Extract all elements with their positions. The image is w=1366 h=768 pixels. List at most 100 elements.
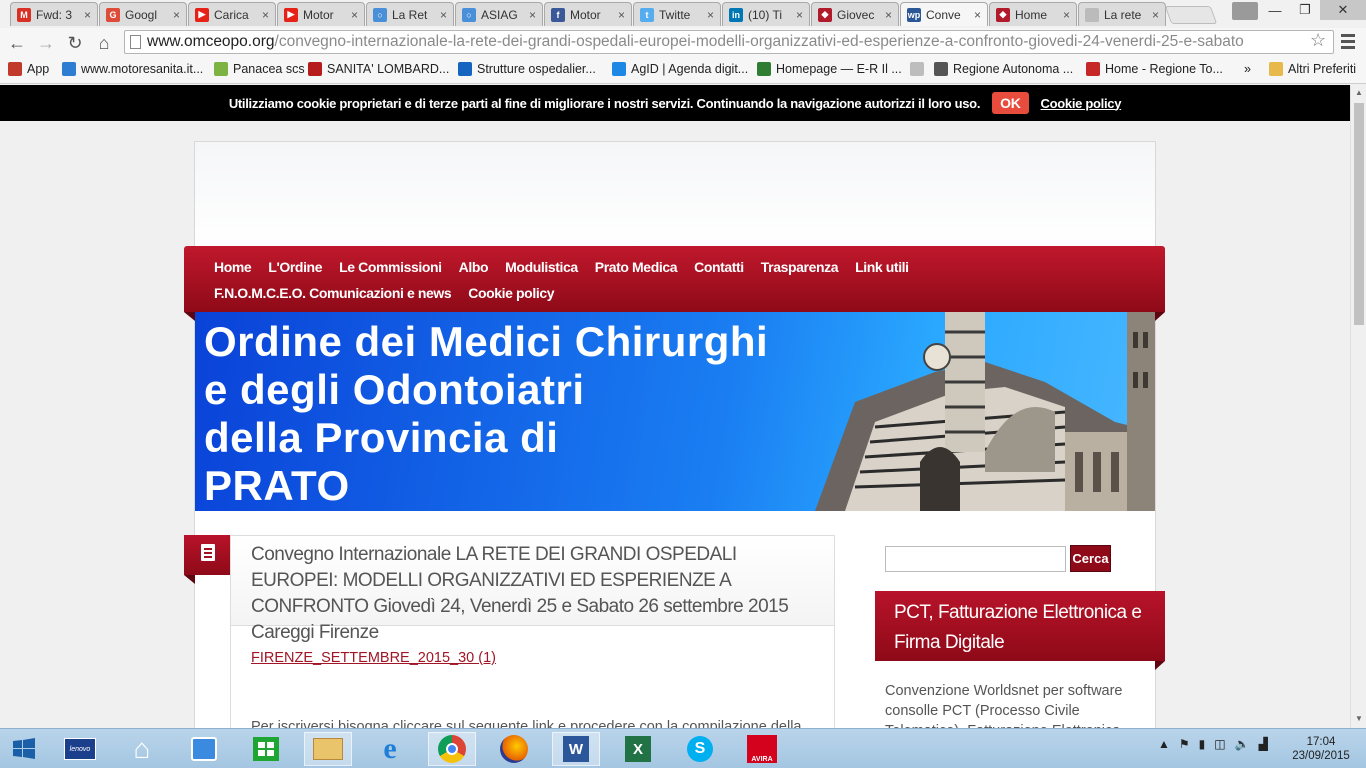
signal-icon[interactable]: ▟ bbox=[1259, 737, 1268, 751]
nav-item[interactable]: Home bbox=[214, 254, 252, 280]
nav-item[interactable]: Trasparenza bbox=[761, 254, 839, 280]
bookmark-item[interactable] bbox=[910, 62, 929, 76]
bookmark-item[interactable]: Panacea scs bbox=[214, 62, 305, 76]
bookmark-item[interactable]: AgID | Agenda digit... bbox=[612, 62, 748, 76]
mail-app-icon[interactable] bbox=[180, 732, 228, 766]
forward-icon[interactable]: → bbox=[35, 32, 57, 54]
tab-close-icon[interactable]: × bbox=[1152, 8, 1159, 22]
post-type-tab bbox=[184, 535, 230, 575]
excel-icon[interactable]: X bbox=[614, 732, 662, 766]
scroll-up-icon[interactable]: ▲ bbox=[1355, 88, 1363, 97]
browser-tab[interactable]: G Googl × bbox=[99, 2, 187, 26]
new-tab-button[interactable] bbox=[1164, 6, 1218, 24]
maximize-icon[interactable]: ❐ bbox=[1290, 0, 1320, 20]
nav-item[interactable]: Albo bbox=[459, 254, 489, 280]
chrome-menu-icon[interactable] bbox=[1341, 34, 1355, 52]
nav-item[interactable]: Modulistica bbox=[505, 254, 578, 280]
bookmark-label: SANITA' LOMBARD... bbox=[327, 62, 450, 76]
reload-icon[interactable]: ↻ bbox=[64, 32, 86, 54]
tab-close-icon[interactable]: × bbox=[529, 8, 536, 22]
browser-tab[interactable]: in (10) Ti × bbox=[722, 2, 810, 26]
document-icon bbox=[201, 544, 215, 561]
store-icon[interactable] bbox=[242, 732, 290, 766]
tab-close-icon[interactable]: × bbox=[618, 8, 625, 22]
start-button[interactable] bbox=[0, 732, 48, 766]
bookmark-item[interactable]: Regione Autonoma ... bbox=[934, 62, 1073, 76]
scroll-thumb[interactable] bbox=[1354, 103, 1364, 325]
bookmark-item[interactable]: App bbox=[8, 62, 49, 76]
tab-close-icon[interactable]: × bbox=[707, 8, 714, 22]
chrome-icon[interactable] bbox=[428, 732, 476, 766]
bookmark-item[interactable]: www.motoresanita.it... bbox=[62, 62, 203, 76]
browser-tab-title: Googl bbox=[125, 7, 158, 22]
close-window-icon[interactable]: ✕ bbox=[1320, 0, 1366, 20]
tab-close-icon[interactable]: × bbox=[885, 8, 892, 22]
browser-tab[interactable]: f Motor × bbox=[544, 2, 632, 26]
home-icon[interactable]: ⌂ bbox=[93, 32, 115, 54]
file-explorer-icon[interactable] bbox=[304, 732, 352, 766]
post-title: Convegno Internazionale LA RETE DEI GRAN… bbox=[251, 544, 789, 643]
nav-item[interactable]: L'Ordine bbox=[268, 254, 322, 280]
skype-icon[interactable]: S bbox=[676, 732, 724, 766]
battery-icon[interactable]: ▮ bbox=[1199, 737, 1206, 751]
nav-item[interactable]: Prato Medica bbox=[595, 254, 678, 280]
search-button[interactable]: Cerca bbox=[1070, 545, 1111, 572]
tab-close-icon[interactable]: × bbox=[796, 8, 803, 22]
tab-close-icon[interactable]: × bbox=[173, 8, 180, 22]
cookie-ok-button[interactable]: OK bbox=[992, 92, 1029, 114]
nav-item[interactable]: Le Commissioni bbox=[339, 254, 442, 280]
internet-explorer-icon[interactable]: e bbox=[366, 732, 414, 766]
home-folder-icon[interactable]: ⌂ bbox=[118, 732, 166, 766]
tab-close-icon[interactable]: × bbox=[974, 8, 981, 22]
bookmark-item[interactable]: Home - Regione To... bbox=[1086, 62, 1223, 76]
bookmark-favicon-icon bbox=[612, 62, 626, 76]
tab-close-icon[interactable]: × bbox=[84, 8, 91, 22]
browser-tab[interactable]: ○ La Ret × bbox=[366, 2, 454, 26]
tab-close-icon[interactable]: × bbox=[440, 8, 447, 22]
browser-tab[interactable]: ○ ASIAG × bbox=[455, 2, 543, 26]
browser-tab[interactable]: La rete × bbox=[1078, 2, 1166, 26]
url-host: www.omceopo.org bbox=[147, 33, 275, 50]
lenovo-icon[interactable]: lenovo bbox=[56, 732, 104, 766]
scroll-down-icon[interactable]: ▼ bbox=[1355, 714, 1363, 723]
bookmark-label: AgID | Agenda digit... bbox=[631, 62, 749, 76]
tray-expand-icon[interactable]: ▲ bbox=[1158, 737, 1170, 751]
tab-close-icon[interactable]: × bbox=[262, 8, 269, 22]
browser-tab[interactable]: M Fwd: 3 × bbox=[10, 2, 98, 26]
bookmark-item[interactable]: Homepage — E-R Il ... bbox=[757, 62, 902, 76]
browser-tab[interactable]: ▶ Motor × bbox=[277, 2, 365, 26]
bookmark-star-icon[interactable]: ☆ bbox=[1310, 30, 1326, 51]
bookmark-item[interactable]: SANITA' LOMBARD... bbox=[308, 62, 449, 76]
avira-icon[interactable]: AVIRA bbox=[738, 732, 786, 766]
nav-item[interactable]: Link utili bbox=[855, 254, 909, 280]
volume-icon[interactable]: 🔈 bbox=[1235, 737, 1250, 751]
browser-tab-title: Giovec bbox=[837, 7, 875, 22]
word-icon[interactable]: W bbox=[552, 732, 600, 766]
browser-tab[interactable]: wp Conve × bbox=[900, 2, 988, 26]
cathedral-image bbox=[815, 312, 1155, 511]
cookie-policy-link[interactable]: Cookie policy bbox=[1041, 96, 1122, 111]
search-input[interactable] bbox=[885, 546, 1066, 572]
tab-close-icon[interactable]: × bbox=[351, 8, 358, 22]
post-attachment-link[interactable]: FIRENZE_SETTEMBRE_2015_30 (1) bbox=[251, 650, 496, 666]
firefox-icon[interactable] bbox=[490, 732, 538, 766]
tab-close-icon[interactable]: × bbox=[1063, 8, 1070, 22]
browser-tab[interactable]: t Twitte × bbox=[633, 2, 721, 26]
nav-item[interactable]: Cookie policy bbox=[468, 280, 554, 306]
back-icon[interactable]: ← bbox=[6, 32, 28, 54]
page-scrollbar[interactable]: ▲ ▼ bbox=[1350, 85, 1366, 728]
network-icon[interactable]: ◫ bbox=[1214, 737, 1225, 751]
bookmark-item[interactable]: Strutture ospedalier... bbox=[458, 62, 596, 76]
bookmarks-overflow-icon[interactable]: » bbox=[1244, 62, 1251, 76]
nav-item[interactable]: Contatti bbox=[694, 254, 744, 280]
user-profile-button[interactable] bbox=[1232, 2, 1258, 20]
taskbar-clock[interactable]: 17:04 23/09/2015 bbox=[1286, 735, 1356, 763]
address-bar[interactable]: www.omceopo.org/convegno-internazionale-… bbox=[124, 30, 1334, 54]
other-bookmarks-folder[interactable]: Altri Preferiti bbox=[1269, 62, 1356, 76]
minimize-icon[interactable]: — bbox=[1260, 0, 1290, 20]
action-center-icon[interactable]: ⚑ bbox=[1179, 737, 1190, 751]
nav-item[interactable]: F.N.O.M.C.E.O. Comunicazioni e news bbox=[214, 280, 452, 306]
browser-tab[interactable]: ◆ Giovec × bbox=[811, 2, 899, 26]
browser-tab[interactable]: ▶ Carica × bbox=[188, 2, 276, 26]
browser-tab[interactable]: ◆ Home × bbox=[989, 2, 1077, 26]
